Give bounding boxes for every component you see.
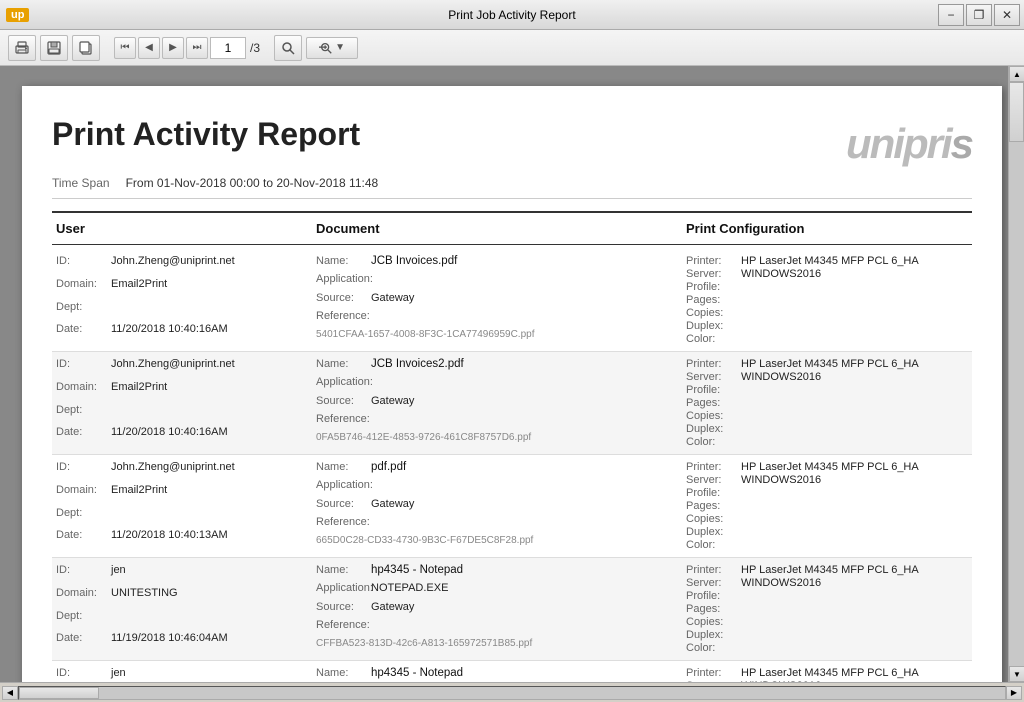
time-span-value: From 01-Nov-2018 00:00 to 20-Nov-2018 11… [126,176,379,190]
header-print-config: Print Configuration [682,219,972,238]
minimize-button[interactable]: − [938,4,964,26]
scroll-thumb[interactable] [1009,82,1024,142]
time-span-row: Time Span From 01-Nov-2018 00:00 to 20-N… [52,176,972,199]
header-document: Document [312,219,682,238]
scroll-track[interactable] [1009,82,1024,666]
scroll-left-button[interactable]: ◀ [2,686,18,700]
user-cell: ID:John.Zheng@uniprint.net Domain:Email2… [52,461,312,551]
window-controls: − ❐ ✕ [938,4,1020,26]
document-cell: Name:JCB Invoices.pdf Application: Sourc… [312,255,682,345]
next-page-button[interactable]: ▶ [162,37,184,59]
app-logo: up [6,8,29,22]
user-cell: ID:jen Domain:UNITESTING Dept: Date:11/1… [52,667,312,682]
document-page: Print Activity Report unipris Time Span … [22,86,1002,682]
navigation-controls: ⏮ ◀ ▶ ⏭ /3 [114,37,260,59]
report-header: Print Activity Report unipris [52,116,972,168]
user-cell: ID:jen Domain:UNITESTING Dept: Date:11/1… [52,564,312,654]
find-button[interactable] [274,35,302,61]
scroll-right-button[interactable]: ▶ [1006,686,1022,700]
close-button[interactable]: ✕ [994,4,1020,26]
print-config-cell: Printer:HP LaserJet M4345 MFP PCL 6_HA S… [682,358,972,448]
toolbar: ⏮ ◀ ▶ ⏭ /3 ▼ [0,30,1024,66]
page-total: /3 [250,41,260,55]
scroll-down-button[interactable]: ▼ [1009,666,1024,682]
document-cell: Name:pdf.pdf Application: Source:Gateway… [312,461,682,551]
scroll-up-button[interactable]: ▲ [1009,66,1024,82]
h-scroll-track[interactable] [18,686,1006,700]
content-area[interactable]: Print Activity Report unipris Time Span … [0,66,1024,682]
table-row: ID:John.Zheng@uniprint.net Domain:Email2… [52,249,972,352]
table-row: ID:John.Zheng@uniprint.net Domain:Email2… [52,455,972,558]
table-header: User Document Print Configuration [52,211,972,245]
print-config-cell: Printer:HP LaserJet M4345 MFP PCL 6_HA S… [682,461,972,551]
last-page-button[interactable]: ⏭ [186,37,208,59]
document-cell: Name:hp4345 - Notepad Application:NOTEPA… [312,564,682,654]
time-span-label: Time Span [52,176,110,190]
horizontal-scrollbar[interactable]: ◀ ▶ [0,682,1024,702]
document-cell: Name:JCB Invoices2.pdf Application: Sour… [312,358,682,448]
table-row: ID:John.Zheng@uniprint.net Domain:Email2… [52,352,972,455]
document-cell: Name:hp4345 - Notepad Application:NOTEPA… [312,667,682,682]
table-row: ID:jen Domain:UNITESTING Dept: Date:11/1… [52,558,972,661]
vertical-scrollbar[interactable]: ▲ ▼ [1008,66,1024,682]
user-cell: ID:John.Zheng@uniprint.net Domain:Email2… [52,358,312,448]
table-row: ID:jen Domain:UNITESTING Dept: Date:11/1… [52,661,972,682]
print-config-cell: Printer:HP LaserJet M4345 MFP PCL 6_HA S… [682,255,972,345]
user-cell: ID:John.Zheng@uniprint.net Domain:Email2… [52,255,312,345]
restore-button[interactable]: ❐ [966,4,992,26]
zoom-dropdown-icon: ▼ [335,42,345,53]
company-logo: unipris [846,120,972,168]
window-title: Print Job Activity Report [448,8,575,22]
print-config-cell: Printer:HP LaserJet M4345 MFP PCL 6_HA S… [682,564,972,654]
save-button[interactable] [40,35,68,61]
header-user: User [52,219,312,238]
table-body: ID:John.Zheng@uniprint.net Domain:Email2… [52,249,972,682]
title-bar: up Print Job Activity Report − ❐ ✕ [0,0,1024,30]
page-number-input[interactable] [210,37,246,59]
report-title: Print Activity Report [52,116,360,153]
print-button[interactable] [8,35,36,61]
first-page-button[interactable]: ⏮ [114,37,136,59]
prev-page-button[interactable]: ◀ [138,37,160,59]
print-config-cell: Printer:HP LaserJet M4345 MFP PCL 6_HA S… [682,667,972,682]
copy-button[interactable] [72,35,100,61]
h-scroll-thumb[interactable] [19,687,99,699]
zoom-button[interactable]: ▼ [306,37,358,59]
